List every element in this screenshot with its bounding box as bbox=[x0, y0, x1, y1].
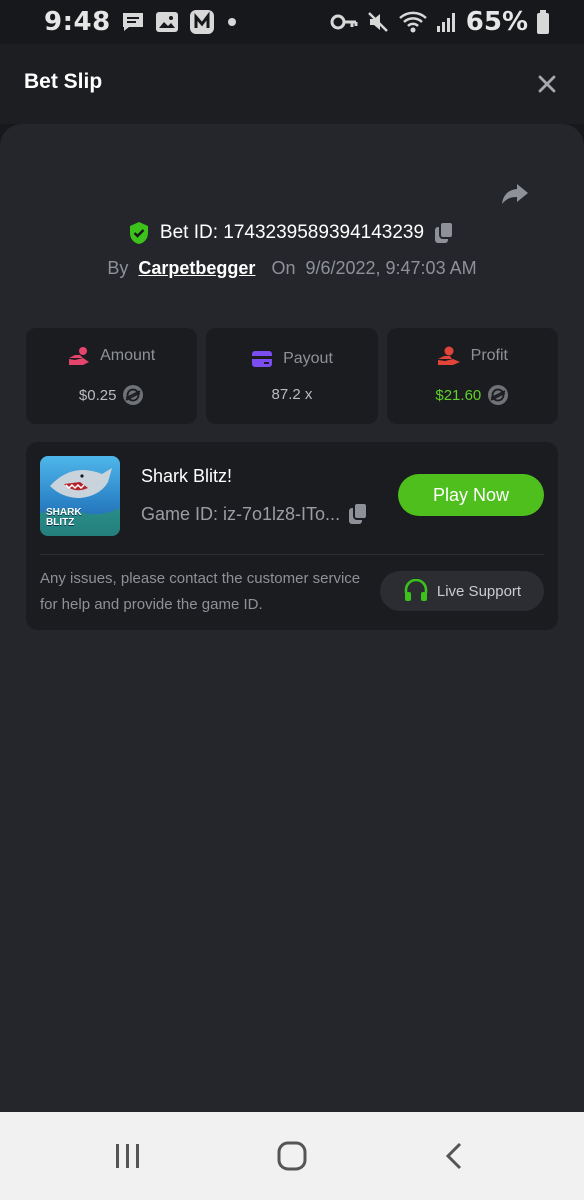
close-button[interactable] bbox=[536, 73, 558, 95]
bet-stats: Amount $0.25 Payout 87.2 x Profit $21.60 bbox=[26, 328, 558, 424]
stat-amount-label: Amount bbox=[100, 347, 156, 364]
hand-money-icon bbox=[437, 346, 461, 366]
hand-coin-icon bbox=[68, 346, 90, 366]
message-icon bbox=[121, 11, 145, 33]
recent-apps-button[interactable] bbox=[110, 1138, 146, 1174]
game-id: Game ID: iz-7o1lz8-ITo... bbox=[141, 503, 341, 524]
stellar-coin-icon bbox=[487, 384, 509, 406]
stat-amount-value: $0.25 bbox=[78, 386, 117, 404]
game-id-row: Game ID: iz-7o1lz8-ITo... bbox=[141, 502, 370, 526]
card-icon bbox=[251, 350, 273, 368]
share-button[interactable] bbox=[500, 178, 530, 208]
play-now-button[interactable]: Play Now bbox=[398, 474, 544, 516]
stat-payout: Payout 87.2 x bbox=[206, 328, 378, 424]
bet-id-row: Bet ID: 1743239589394143239 bbox=[0, 218, 584, 248]
game-card: SHARK BLITZ Shark Blitz! Game ID: iz-7o1l… bbox=[26, 442, 558, 630]
game-name: Shark Blitz! bbox=[141, 466, 233, 486]
bet-id: Bet ID: 1743239589394143239 bbox=[159, 222, 425, 243]
home-icon bbox=[277, 1141, 307, 1171]
image-icon bbox=[155, 11, 179, 33]
wifi-icon bbox=[398, 10, 428, 34]
battery-percent: 65% bbox=[465, 7, 528, 37]
by-label: By bbox=[107, 257, 129, 278]
mute-icon bbox=[366, 10, 390, 34]
stat-payout-value: 87.2 x bbox=[271, 385, 313, 403]
battery-icon bbox=[536, 9, 550, 35]
back-icon bbox=[445, 1142, 462, 1170]
live-support-label: Live Support bbox=[436, 582, 522, 600]
bet-datetime: 9/6/2022, 9:47:03 AM bbox=[305, 257, 477, 278]
app-n-icon bbox=[189, 9, 215, 35]
live-support-button[interactable]: Live Support bbox=[380, 571, 544, 611]
key-icon bbox=[330, 12, 358, 32]
home-button[interactable] bbox=[272, 1138, 312, 1174]
page-title: Bet Slip bbox=[24, 70, 103, 93]
share-icon bbox=[502, 184, 528, 204]
stat-profit-label: Profit bbox=[470, 347, 508, 364]
stat-profit: Profit $21.60 bbox=[386, 328, 558, 424]
copy-icon bbox=[349, 502, 369, 524]
system-nav-bar bbox=[0, 1112, 584, 1200]
stat-payout-label: Payout bbox=[283, 349, 333, 367]
stat-profit-value: $21.60 bbox=[435, 386, 482, 404]
headset-icon bbox=[403, 579, 429, 603]
status-bar: 9:48 65% bbox=[0, 0, 584, 44]
divider bbox=[40, 554, 544, 555]
username-link[interactable]: Carpetbegger bbox=[138, 258, 255, 279]
back-button[interactable] bbox=[436, 1138, 472, 1174]
on-label: On bbox=[271, 257, 296, 278]
bet-slip-header: Bet Slip bbox=[0, 44, 584, 124]
copy-icon bbox=[435, 221, 455, 243]
stellar-coin-icon bbox=[122, 384, 144, 406]
bet-meta-row: By Carpetbegger On 9/6/2022, 9:47:03 AM bbox=[0, 254, 584, 282]
copy-game-id-button[interactable] bbox=[348, 502, 370, 526]
game-thumbnail[interactable]: SHARK BLITZ bbox=[40, 456, 120, 536]
close-icon bbox=[538, 75, 556, 93]
status-time: 9:48 bbox=[44, 7, 111, 37]
thumbnail-title: SHARK BLITZ bbox=[46, 508, 82, 528]
recent-apps-icon bbox=[116, 1144, 139, 1168]
copy-bet-id-button[interactable] bbox=[434, 221, 456, 245]
thumbnail-title-line2: BLITZ bbox=[46, 517, 75, 528]
signal-icon bbox=[436, 10, 458, 34]
verified-shield-icon bbox=[128, 221, 150, 245]
support-notice: Any issues, please contact the customer … bbox=[40, 570, 361, 613]
dot-icon bbox=[225, 15, 239, 29]
stat-amount: Amount $0.25 bbox=[26, 328, 198, 424]
